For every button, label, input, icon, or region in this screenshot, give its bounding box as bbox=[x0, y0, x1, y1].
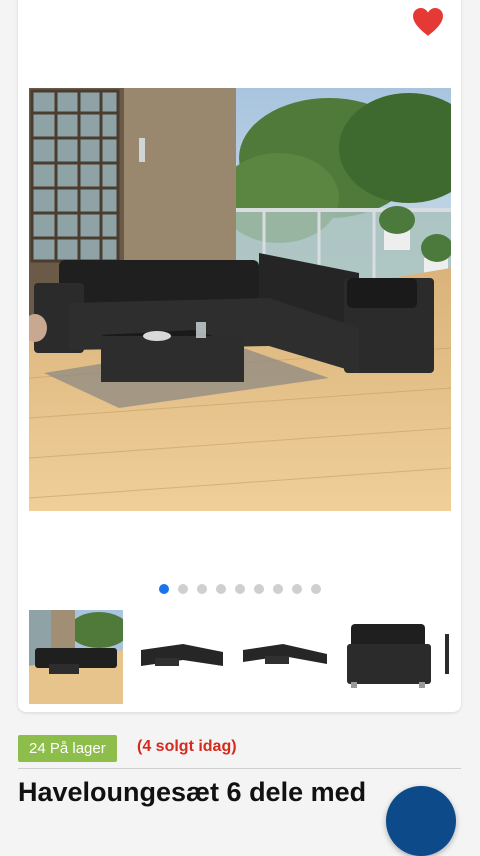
low-set-thumbnail[interactable] bbox=[237, 610, 331, 704]
favorite-button[interactable] bbox=[411, 6, 445, 38]
image-pagination[interactable] bbox=[0, 584, 480, 594]
pagination-dot[interactable] bbox=[178, 584, 188, 594]
divider bbox=[18, 768, 461, 769]
pagination-dot[interactable] bbox=[311, 584, 321, 594]
sold-today-text: (4 solgt idag) bbox=[137, 738, 237, 755]
pagination-dot[interactable] bbox=[273, 584, 283, 594]
pagination-dot[interactable] bbox=[216, 584, 226, 594]
scene-thumbnail[interactable] bbox=[29, 610, 123, 704]
pagination-dot[interactable] bbox=[254, 584, 264, 594]
pagination-dot[interactable] bbox=[292, 584, 302, 594]
corner-chair-thumbnail[interactable] bbox=[341, 610, 435, 704]
stock-badge: 24 På lager bbox=[18, 735, 117, 762]
pagination-dot[interactable] bbox=[159, 584, 169, 594]
corner-set-thumbnail[interactable] bbox=[133, 610, 227, 704]
product-title: Haveloungesæt 6 dele med bbox=[18, 777, 367, 807]
more-thumbnail[interactable] bbox=[445, 610, 461, 704]
product-main-image[interactable] bbox=[29, 88, 451, 511]
heart-icon bbox=[413, 8, 443, 36]
chat-button[interactable] bbox=[386, 786, 456, 856]
thumbnail-strip bbox=[29, 610, 461, 704]
pagination-dot[interactable] bbox=[197, 584, 207, 594]
pagination-dot[interactable] bbox=[235, 584, 245, 594]
